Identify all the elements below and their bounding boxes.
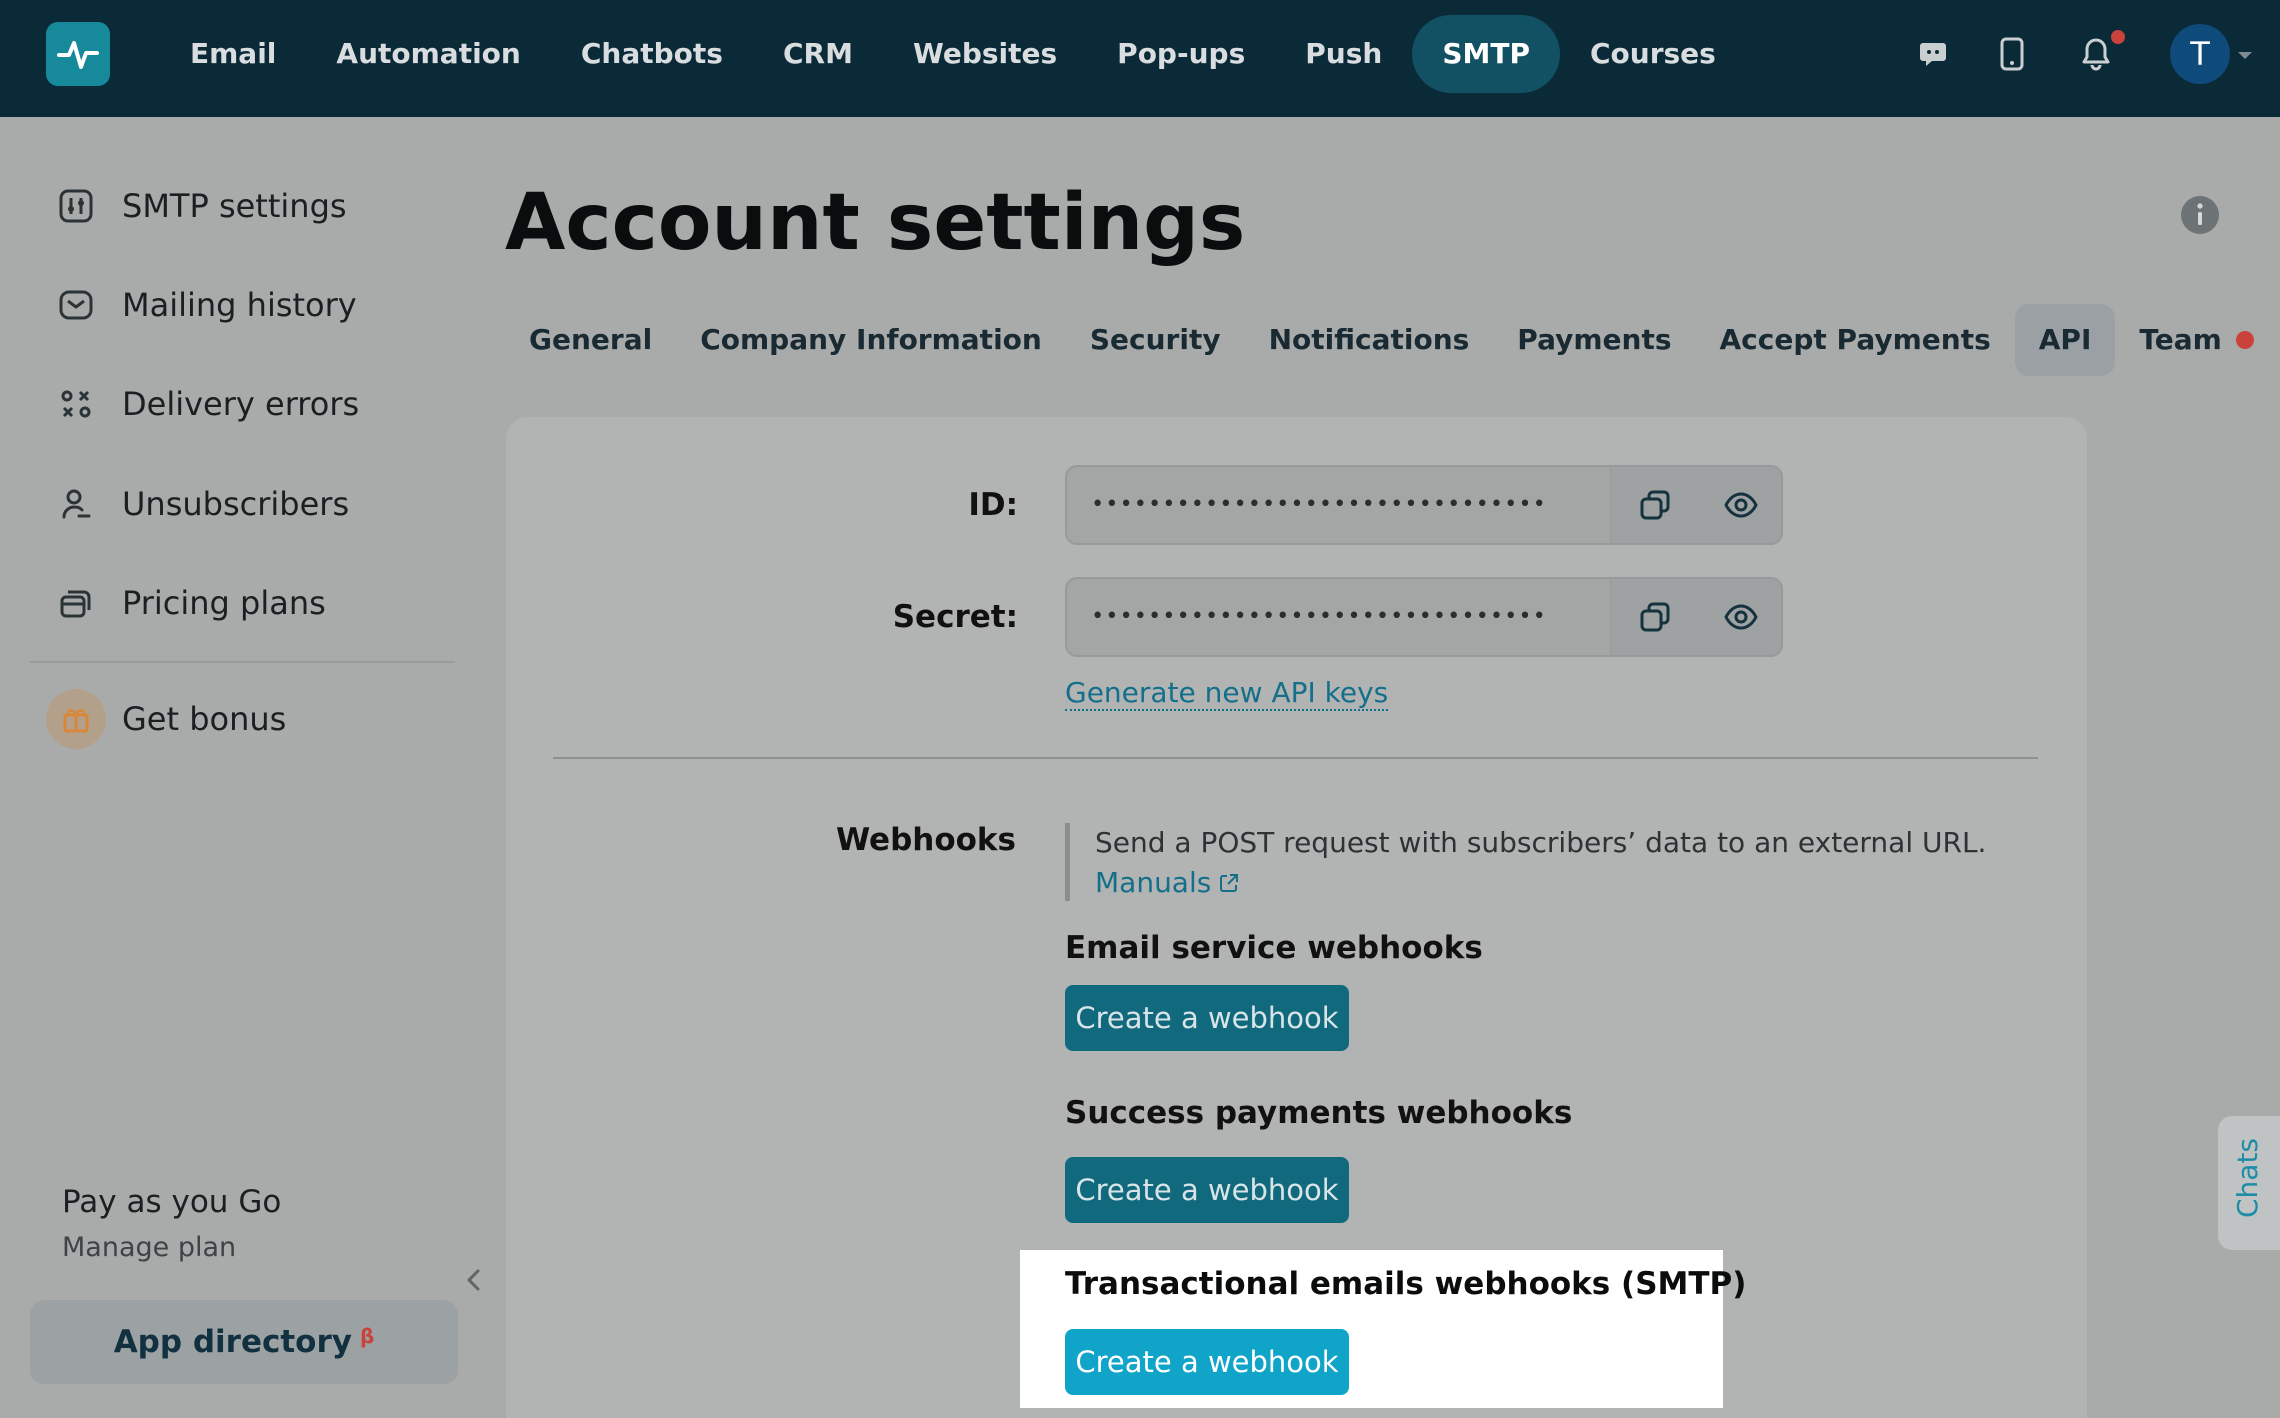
sidebar-item-unsubscribers[interactable]: Unsubscribers	[56, 474, 349, 534]
notification-dot	[2111, 30, 2125, 44]
beta-badge: β	[359, 1324, 375, 1348]
nav-email[interactable]: Email	[160, 15, 306, 93]
eye-icon	[1724, 492, 1758, 518]
email-service-webhooks-title: Email service webhooks	[1065, 930, 1483, 966]
main-nav: Email Automation Chatbots CRM Websites P…	[160, 15, 1746, 93]
eye-icon	[1724, 604, 1758, 630]
app-directory-label: App directory	[113, 1324, 352, 1360]
tab-payments[interactable]: Payments	[1493, 304, 1695, 376]
chevron-left-icon[interactable]	[462, 1268, 486, 1292]
nav-smtp[interactable]: SMTP	[1412, 15, 1560, 93]
create-payments-webhook-button[interactable]: Create a webhook	[1065, 1157, 1349, 1223]
secret-label: Secret:	[892, 599, 1018, 635]
app-logo[interactable]	[46, 22, 110, 86]
user-icon	[56, 484, 96, 524]
tab-security[interactable]: Security	[1066, 304, 1245, 376]
pricing-cards-icon	[56, 583, 96, 623]
team-alert-dot	[2235, 331, 2254, 349]
sidebar-item-mailing-history[interactable]: Mailing history	[56, 275, 357, 335]
sidebar-item-label: Unsubscribers	[122, 485, 350, 523]
id-label: ID:	[968, 487, 1018, 523]
nav-popups[interactable]: Pop-ups	[1087, 15, 1275, 93]
current-plan-name: Pay as you Go	[62, 1184, 282, 1220]
nav-push[interactable]: Push	[1275, 15, 1412, 93]
api-id-input[interactable]: ••••••••••••••••••••••••••••••••	[1067, 467, 1612, 543]
tab-accept-payments[interactable]: Accept Payments	[1696, 304, 2015, 376]
smtp-webhooks-highlight: Transactional emails webhooks (SMTP) Cre…	[1020, 1250, 1746, 1408]
api-secret-field: ••••••••••••••••••••••••••••••••	[1065, 577, 1783, 657]
webhooks-label: Webhooks	[835, 822, 1016, 858]
sidebar-item-label: Pricing plans	[122, 584, 326, 622]
page-title: Account settings	[505, 178, 1246, 268]
settings-sliders-icon	[56, 186, 96, 226]
chat-icon[interactable]	[1911, 32, 1955, 76]
manuals-link[interactable]: Manuals	[1095, 866, 1239, 899]
tab-company-information[interactable]: Company Information	[676, 304, 1066, 376]
show-id-button[interactable]	[1698, 467, 1781, 543]
settings-tabs: General Company Information Security Not…	[505, 304, 2278, 376]
copy-icon	[1640, 602, 1670, 632]
mailing-history-icon	[56, 285, 96, 325]
copy-secret-button[interactable]	[1612, 579, 1698, 655]
nav-automation[interactable]: Automation	[306, 15, 550, 93]
nav-chatbots[interactable]: Chatbots	[551, 15, 753, 93]
sidebar-item-label: Delivery errors	[122, 385, 360, 423]
app-directory-button[interactable]: App directory β	[30, 1300, 458, 1384]
nav-courses[interactable]: Courses	[1560, 15, 1746, 93]
pulse-logo-icon	[57, 41, 99, 69]
tab-api[interactable]: API	[2014, 304, 2116, 376]
sidebar-item-smtp-settings[interactable]: SMTP settings	[56, 176, 347, 236]
user-avatar[interactable]: T	[2170, 24, 2230, 84]
copy-id-button[interactable]	[1612, 467, 1698, 543]
nav-websites[interactable]: Websites	[883, 15, 1087, 93]
delivery-errors-icon	[56, 384, 96, 424]
tab-team-label: Team	[2139, 323, 2222, 356]
generate-api-keys-link[interactable]: Generate new API keys	[1065, 676, 1389, 711]
tab-general[interactable]: General	[505, 304, 676, 376]
sidebar-item-delivery-errors[interactable]: Delivery errors	[56, 374, 359, 434]
sidebar-item-pricing-plans[interactable]: Pricing plans	[56, 573, 326, 633]
create-smtp-webhook-button[interactable]: Create a webhook	[1065, 1329, 1349, 1395]
section-divider	[553, 757, 2038, 759]
copy-icon	[1640, 490, 1670, 520]
chats-tab-label: Chats	[2231, 1137, 2264, 1218]
create-email-webhook-button[interactable]: Create a webhook	[1065, 985, 1349, 1051]
mobile-icon[interactable]	[1990, 32, 2034, 76]
top-navigation-bar: Email Automation Chatbots CRM Websites P…	[0, 0, 2280, 117]
smtp-webhooks-title: Transactional emails webhooks (SMTP)	[1065, 1266, 1747, 1302]
sidebar-item-label: Get bonus	[122, 700, 287, 738]
sidebar-item-label: Mailing history	[122, 286, 357, 324]
success-payments-webhooks-title: Success payments webhooks	[1065, 1095, 1573, 1131]
show-secret-button[interactable]	[1698, 579, 1781, 655]
tab-team[interactable]: Team	[2115, 304, 2277, 376]
sidebar-item-get-bonus[interactable]: Get bonus	[46, 689, 287, 749]
tab-notifications[interactable]: Notifications	[1245, 304, 1494, 376]
manage-plan-link[interactable]: Manage plan	[62, 1232, 236, 1263]
info-icon[interactable]	[2180, 195, 2220, 235]
nav-crm[interactable]: CRM	[753, 15, 883, 93]
api-secret-input[interactable]: ••••••••••••••••••••••••••••••••	[1067, 579, 1612, 655]
gift-icon	[46, 689, 106, 749]
sidebar-divider	[30, 661, 455, 663]
webhooks-description: Send a POST request with subscribers’ da…	[1095, 826, 1987, 859]
description-accent-bar	[1065, 823, 1070, 901]
manuals-label: Manuals	[1095, 866, 1212, 899]
chevron-down-icon[interactable]	[2238, 52, 2252, 59]
sidebar-item-label: SMTP settings	[122, 187, 347, 225]
api-id-field: ••••••••••••••••••••••••••••••••	[1065, 465, 1783, 545]
external-link-icon	[1220, 873, 1239, 892]
